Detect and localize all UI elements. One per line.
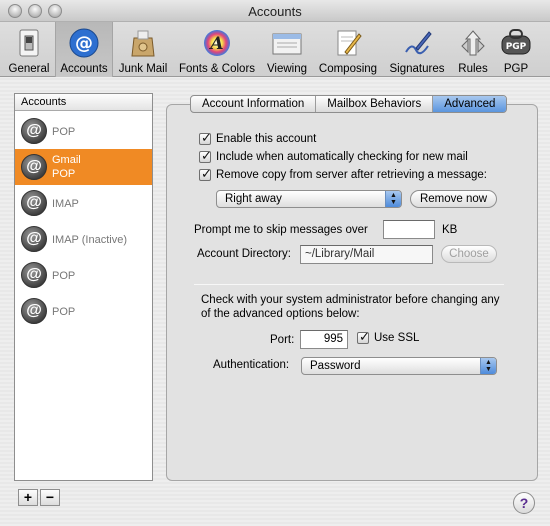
compose-pencil-icon <box>332 27 364 59</box>
account-row-selected[interactable]: @ Gmail POP <box>15 149 152 185</box>
mail-account-icon: @ <box>21 226 47 252</box>
account-row[interactable]: @ POP <box>15 293 152 329</box>
remove-when-popup[interactable]: Right away ▲ ▼ <box>216 190 402 208</box>
svg-text:A: A <box>208 34 223 54</box>
accounts-window: Accounts General @ Accounts Junk Mail A … <box>0 0 550 526</box>
popup-arrows-icon: ▲ ▼ <box>480 358 496 374</box>
toolbar-label: Signatures <box>389 63 445 75</box>
tab-advanced[interactable]: Advanced <box>433 96 507 112</box>
remove-when-value: Right away <box>225 193 282 205</box>
mail-account-icon: @ <box>21 118 47 144</box>
account-row[interactable]: @ POP <box>15 257 152 293</box>
at-sign-icon: @ <box>68 27 100 59</box>
tab-mailbox-behaviors[interactable]: Mailbox Behaviors <box>316 96 434 112</box>
account-type: IMAP <box>52 198 79 210</box>
toolbar-pgp[interactable]: PGP PGP <box>496 22 536 77</box>
remove-copy-checkbox[interactable] <box>199 166 212 182</box>
help-button[interactable]: ? <box>513 492 535 514</box>
toolbar-label: General <box>8 63 50 75</box>
port-label: Port: <box>270 334 295 346</box>
remove-copy-checkbox-row[interactable]: Remove copy from server after retrieving… <box>199 166 487 182</box>
toolbar-signatures[interactable]: Signatures <box>385 22 449 77</box>
account-row[interactable]: @ POP <box>15 113 152 149</box>
authentication-value: Password <box>310 360 361 372</box>
switch-icon <box>13 27 45 59</box>
mail-account-icon: @ <box>21 154 47 180</box>
skip-messages-label: Prompt me to skip messages over <box>194 224 368 236</box>
preferences-toolbar: General @ Accounts Junk Mail A Fonts & C… <box>0 22 550 77</box>
account-row[interactable]: @ IMAP <box>15 185 152 221</box>
accounts-list[interactable]: Accounts @ POP @ Gmail POP @ IMAP @ IMAP… <box>14 93 153 481</box>
toolbar-label: Viewing <box>266 63 308 75</box>
signature-pen-icon <box>401 27 433 59</box>
mail-account-icon: @ <box>21 262 47 288</box>
account-type: POP <box>52 168 76 180</box>
toolbar-composing[interactable]: Composing <box>315 22 381 77</box>
svg-text:@: @ <box>75 33 93 54</box>
svg-text:PGP: PGP <box>506 42 527 52</box>
account-type: IMAP (Inactive) <box>52 234 127 246</box>
remove-now-button[interactable]: Remove now <box>410 190 497 208</box>
pgp-icon: PGP <box>500 27 532 59</box>
toolbar-label: Junk Mail <box>118 63 168 75</box>
color-wheel-icon: A <box>201 27 233 59</box>
remove-copy-label: Remove copy from server after retrieving… <box>216 169 487 181</box>
account-type: POP <box>52 306 76 318</box>
account-directory-field[interactable]: ~/Library/Mail <box>300 245 433 264</box>
toolbar-label: Accounts <box>60 63 108 75</box>
toolbar-label: PGP <box>503 63 529 75</box>
use-ssl-checkbox[interactable] <box>357 329 370 345</box>
authentication-popup[interactable]: Password ▲ ▼ <box>301 357 497 375</box>
toolbar-viewing[interactable]: Viewing <box>263 22 311 77</box>
accounts-list-header: Accounts <box>15 94 152 111</box>
toolbar-label: Fonts & Colors <box>178 63 256 75</box>
account-type: POP <box>52 126 76 138</box>
account-row[interactable]: @ IMAP (Inactive) <box>15 221 152 257</box>
window-title: Accounts <box>248 4 302 19</box>
enable-account-checkbox[interactable] <box>199 130 212 146</box>
junk-mail-bag-icon <box>127 27 159 59</box>
add-account-button[interactable]: + <box>18 489 38 506</box>
remove-account-button[interactable]: − <box>40 489 60 506</box>
title-bar: Accounts <box>0 0 550 22</box>
skip-size-unit: KB <box>442 224 458 236</box>
account-directory-label: Account Directory: <box>197 248 291 260</box>
enable-account-checkbox-row[interactable]: Enable this account <box>199 130 317 146</box>
toolbar-general[interactable]: General <box>4 22 54 77</box>
skip-size-field[interactable] <box>383 220 435 239</box>
account-type: POP <box>52 270 76 282</box>
rules-arrows-icon <box>457 27 489 59</box>
authentication-label: Authentication: <box>213 359 290 371</box>
toolbar-junk-mail[interactable]: Junk Mail <box>114 22 172 77</box>
toolbar-label: Composing <box>318 63 378 75</box>
section-divider <box>194 284 504 285</box>
use-ssl-label: Use SSL <box>374 332 420 344</box>
include-checking-checkbox[interactable] <box>199 148 212 164</box>
mail-account-icon: @ <box>21 190 47 216</box>
admin-warning-text: Check with your system administrator bef… <box>201 294 500 320</box>
popup-arrows-icon: ▲ ▼ <box>385 191 401 207</box>
tab-account-information[interactable]: Account Information <box>191 96 317 112</box>
settings-tabs: Account Information Mailbox Behaviors Ad… <box>190 95 508 113</box>
port-field[interactable]: 995 <box>300 330 348 349</box>
account-name: Gmail <box>52 154 81 166</box>
choose-directory-button[interactable]: Choose <box>441 245 497 263</box>
use-ssl-checkbox-row[interactable]: Use SSL <box>357 329 420 345</box>
enable-account-label: Enable this account <box>216 133 317 145</box>
toolbar-fonts-colors[interactable]: A Fonts & Colors <box>174 22 260 77</box>
include-checking-label: Include when automatically checking for … <box>216 151 468 163</box>
mail-account-icon: @ <box>21 298 47 324</box>
toolbar-accounts[interactable]: @ Accounts <box>55 22 113 77</box>
toolbar-rules[interactable]: Rules <box>452 22 494 77</box>
include-checking-checkbox-row[interactable]: Include when automatically checking for … <box>199 148 468 164</box>
mail-viewer-icon <box>271 27 303 59</box>
toolbar-label: Rules <box>458 63 488 75</box>
